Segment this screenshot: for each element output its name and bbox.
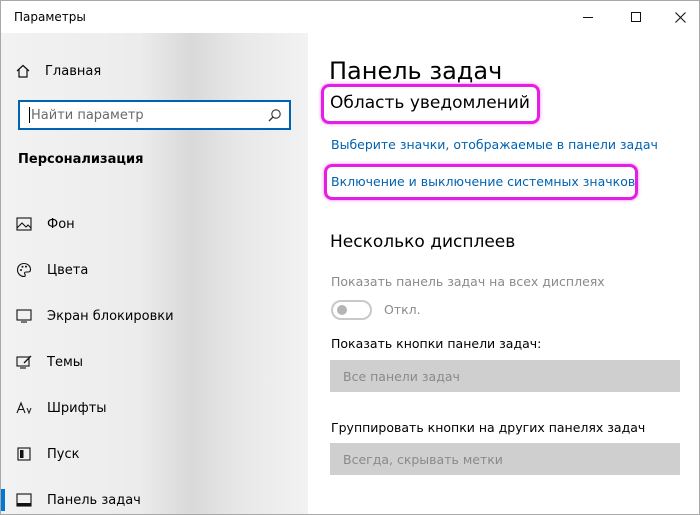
notification-area-title: Область уведомлений — [330, 93, 530, 113]
multiple-displays-title: Несколько дисплеев — [330, 232, 516, 252]
sidebar-nav: Фон Цвета Экран блокировки Темы Шрифты П… — [1, 201, 308, 514]
close-icon — [674, 11, 686, 23]
search-icon[interactable] — [261, 108, 289, 122]
image-icon — [1, 217, 47, 231]
minimize-button[interactable] — [565, 1, 611, 33]
sidebar-item-label: Цвета — [47, 262, 89, 278]
text-caret — [29, 107, 30, 123]
show-buttons-select[interactable]: Все панели задач — [330, 360, 680, 392]
settings-window: Параметры Главная Найти параметр Персона… — [0, 0, 700, 515]
show-buttons-value: Все панели задач — [343, 368, 460, 384]
search-input[interactable]: Найти параметр — [18, 100, 291, 130]
select-icons-link[interactable]: Выберите значки, отображаемые в панели з… — [331, 137, 658, 152]
sidebar-item-label: Шрифты — [47, 400, 107, 416]
sidebar-item-label: Главная — [45, 63, 102, 79]
show-all-displays-toggle[interactable] — [331, 300, 372, 320]
toggle-knob — [337, 305, 347, 315]
main-content: Панель задач Область уведомлений Выберит… — [308, 33, 699, 514]
system-icons-link[interactable]: Включение и выключение системных значков — [331, 174, 635, 189]
minimize-icon — [583, 16, 593, 18]
page-title: Панель задач — [329, 57, 503, 85]
sidebar: Главная Найти параметр Персонализация Фо… — [1, 33, 308, 514]
maximize-icon — [631, 12, 641, 22]
lock-screen-icon — [1, 309, 47, 323]
window-title: Параметры — [14, 10, 86, 24]
combine-buttons-label: Группировать кнопки на других панелях за… — [331, 420, 646, 435]
sidebar-item-label: Экран блокировки — [47, 308, 174, 324]
home-icon — [1, 63, 45, 79]
themes-icon — [1, 355, 47, 369]
combine-buttons-value: Всегда, скрывать метки — [343, 451, 503, 467]
sidebar-item-colors[interactable]: Цвета — [1, 247, 308, 293]
section-header: Персонализация — [18, 152, 144, 167]
sidebar-item-home[interactable]: Главная — [1, 59, 308, 83]
combine-buttons-select[interactable]: Всегда, скрывать метки — [330, 443, 680, 475]
show-buttons-label: Показать кнопки панели задач: — [331, 336, 542, 351]
sidebar-item-label: Темы — [47, 354, 84, 370]
show-all-displays-label: Показать панель задач на всех дисплеях — [331, 274, 605, 289]
close-button[interactable] — [657, 1, 699, 33]
taskbar-icon — [1, 493, 47, 507]
start-icon — [1, 447, 47, 461]
sidebar-item-label: Панель задач — [47, 492, 141, 508]
sidebar-item-taskbar[interactable]: Панель задач — [1, 477, 308, 514]
title-bar: Параметры — [1, 1, 699, 33]
toggle-state-label: Откл. — [384, 302, 421, 317]
palette-icon — [1, 262, 47, 278]
search-placeholder: Найти параметр — [31, 107, 144, 123]
fonts-icon — [1, 401, 47, 415]
sidebar-item-start[interactable]: Пуск — [1, 431, 308, 477]
sidebar-item-label: Фон — [47, 216, 75, 232]
sidebar-item-fonts[interactable]: Шрифты — [1, 385, 308, 431]
maximize-button[interactable] — [613, 1, 659, 33]
sidebar-item-lock-screen[interactable]: Экран блокировки — [1, 293, 308, 339]
sidebar-item-themes[interactable]: Темы — [1, 339, 308, 385]
sidebar-item-label: Пуск — [47, 446, 80, 462]
sidebar-item-background[interactable]: Фон — [1, 201, 308, 247]
